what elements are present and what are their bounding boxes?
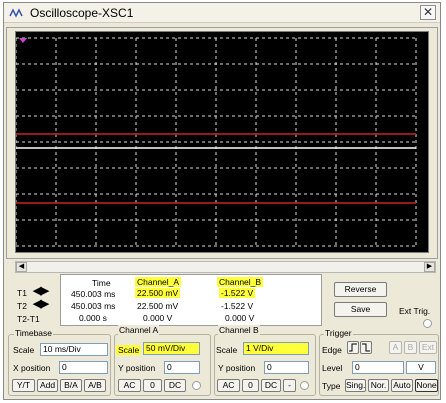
channel-b-scale-label: Scale <box>216 345 238 355</box>
trigger-source-a-button[interactable]: A <box>389 341 402 354</box>
close-button[interactable]: ✕ <box>420 5 436 20</box>
channel-b-y-position-label: Y position <box>218 363 256 373</box>
timebase-title: Timebase <box>14 328 54 338</box>
t2-label: T2 <box>17 301 27 311</box>
screen-graphics <box>16 37 417 247</box>
t1-label: T1 <box>17 288 27 298</box>
scroll-right-icon[interactable]: ▶ <box>424 262 435 272</box>
measurement-table: Time Channel_A Channel_B 450.003 ms 22.5… <box>60 274 322 326</box>
channel-a-y-position-field[interactable]: 0 <box>164 361 200 374</box>
t1-time: 450.003 ms <box>71 289 116 299</box>
channel-b-header: Channel_B <box>217 277 264 287</box>
reverse-button[interactable]: Reverse <box>334 282 387 297</box>
channel-a-scale-field[interactable]: 50 mV/Div <box>143 342 200 355</box>
type-label: Type <box>322 381 341 391</box>
channel-a-header: Channel_A <box>135 277 182 287</box>
channel-a-zero-button[interactable]: 0 <box>143 379 162 392</box>
channel-a-title: Channel A <box>118 325 160 335</box>
rising-edge-icon <box>349 343 357 352</box>
oscilloscope-screen <box>15 31 429 253</box>
t2-channel-a: 22.500 mV <box>137 301 179 311</box>
t1-channel-b: -1.522 V <box>219 288 256 298</box>
falling-edge-button[interactable] <box>360 341 372 354</box>
trigger-marker-icon[interactable] <box>19 38 27 43</box>
channel-b-invert-button[interactable]: - <box>283 379 296 392</box>
scroll-left-icon[interactable]: ◀ <box>16 262 27 272</box>
t2t1-channel-b: 0.000 V <box>225 313 255 323</box>
ab-mode-button[interactable]: A/B <box>84 379 106 392</box>
trigger-source-ext-button[interactable]: Ext <box>419 341 437 354</box>
channel-a-ground-terminal[interactable] <box>192 381 201 390</box>
t2-time: 450.003 ms <box>71 301 116 311</box>
none-trigger-button[interactable]: None <box>415 379 438 392</box>
t2t1-label: T2-T1 <box>17 314 40 324</box>
timebase-scale-field[interactable]: 10 ms/Div <box>40 343 108 356</box>
t1-channel-a: 22.500 mV <box>135 288 181 298</box>
t1-cursor-arrows-icon[interactable]: ◀▶ <box>33 284 49 297</box>
channel-a-ac-button[interactable]: AC <box>118 379 141 392</box>
t2t1-channel-a: 0.000 V <box>143 313 173 323</box>
edge-label: Edge <box>322 345 342 355</box>
t2-cursor-arrows-icon[interactable]: ◀▶ <box>33 297 49 310</box>
trigger-source-b-button[interactable]: B <box>404 341 417 354</box>
window-title: Oscilloscope-XSC1 <box>30 6 134 20</box>
level-unit[interactable]: V <box>406 361 436 374</box>
auto-trigger-button[interactable]: Auto <box>391 379 413 392</box>
channel-a-scale-label: Scale <box>116 345 142 355</box>
channel-b-dc-button[interactable]: DC <box>261 379 281 392</box>
timebase-scale-label: Scale <box>13 345 35 355</box>
channel-b-y-position-field[interactable]: 0 <box>264 361 309 374</box>
ba-mode-button[interactable]: B/A <box>60 379 82 392</box>
time-header: Time <box>92 278 111 288</box>
channel-b-title: Channel B <box>218 325 260 335</box>
horizontal-scrollbar[interactable]: ◀ ▶ <box>15 261 436 273</box>
grid <box>16 37 417 247</box>
x-position-label: X position <box>13 363 51 373</box>
falling-edge-icon <box>362 343 370 352</box>
channel-b-zero-button[interactable]: 0 <box>242 379 259 392</box>
channel-a-y-position-label: Y position <box>118 363 156 373</box>
single-trigger-button[interactable]: Sing. <box>345 379 366 392</box>
ext-trig-terminal[interactable] <box>423 319 432 328</box>
oscilloscope-app-icon <box>9 8 23 18</box>
title-bar: Oscilloscope-XSC1 ✕ <box>4 3 440 23</box>
channel-b-scale-field[interactable]: 1 V/Div <box>243 342 309 355</box>
x-position-field[interactable]: 0 <box>59 361 108 374</box>
add-mode-button[interactable]: Add <box>37 379 58 392</box>
t2-channel-b: -1.522 V <box>221 301 254 311</box>
level-field[interactable]: 0 <box>352 361 404 374</box>
channel-b-ground-terminal[interactable] <box>300 381 309 390</box>
channel-a-dc-button[interactable]: DC <box>164 379 186 392</box>
normal-trigger-button[interactable]: Nor. <box>368 379 389 392</box>
t2t1-time: 0.000 s <box>79 313 107 323</box>
channel-b-ac-button[interactable]: AC <box>217 379 240 392</box>
save-button[interactable]: Save <box>334 302 387 317</box>
oscilloscope-window: Oscilloscope-XSC1 ✕ ◀ ▶ T1 ◀▶ T2 ◀▶ T2-T… <box>3 2 441 400</box>
ext-trig-label: Ext Trig. <box>399 306 431 316</box>
trigger-title: Trigger <box>324 328 353 338</box>
rising-edge-button[interactable] <box>347 341 359 354</box>
yt-mode-button[interactable]: Y/T <box>12 379 35 392</box>
level-label: Level <box>322 363 343 373</box>
